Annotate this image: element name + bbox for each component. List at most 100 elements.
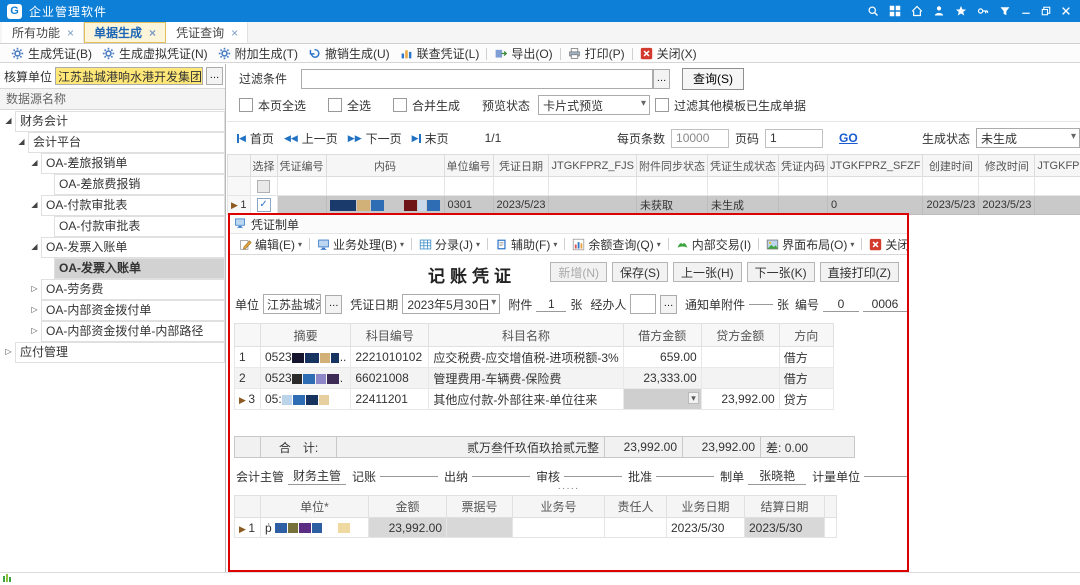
grid-header-cell[interactable]: 创建时间 (923, 155, 979, 177)
filter-other-checkbox[interactable]: 过滤其他模板已生成单据 (655, 97, 806, 114)
filter-more-button[interactable]: … (653, 69, 670, 89)
credit-amount-cell[interactable] (701, 368, 779, 389)
tree-item-10[interactable]: ▷OA-内部资金拨付单-内部路径 (0, 320, 225, 341)
signature-value[interactable]: 财务主管 (288, 467, 346, 485)
chevron-expanded-icon[interactable]: ◢ (28, 242, 41, 251)
grid-filter-cell[interactable] (708, 177, 779, 196)
grid-header-cell[interactable]: 单位编号 (444, 155, 493, 177)
new-button[interactable]: 新增(N) (550, 262, 607, 282)
user-button[interactable] (928, 1, 950, 21)
signature-value[interactable] (564, 476, 622, 477)
chevron-expanded-icon[interactable]: ◢ (28, 158, 41, 167)
direction-cell[interactable]: 借方 (779, 368, 833, 389)
grid-header-cell[interactable]: 凭证编号 (277, 155, 326, 177)
tab-document-generation[interactable]: 单据生成× (84, 22, 166, 43)
account-code-cell[interactable]: 2221010102 (351, 347, 429, 368)
tree-item-0[interactable]: ◢财务会计 (0, 110, 225, 131)
go-link[interactable]: GO (839, 131, 858, 145)
grid-header-cell[interactable]: JTGKFPRZ_FJS (549, 155, 637, 177)
summary-cell[interactable]: 0523.. (261, 347, 351, 368)
save-button[interactable]: 保存(S) (612, 262, 668, 282)
internal-trade-menu[interactable]: 内部交易(I) (671, 236, 756, 253)
preview-mode-select[interactable]: 卡片式预览 (538, 95, 650, 115)
generate-status-select[interactable]: 未生成 (976, 128, 1080, 148)
grid-filter-cell[interactable] (828, 177, 923, 196)
grid-filter-cell[interactable] (979, 177, 1035, 196)
tree-item-9[interactable]: ▷OA-内部资金拨付单 (0, 299, 225, 320)
signature-value[interactable] (380, 476, 438, 477)
signature-value[interactable]: 张晓艳 (748, 467, 806, 485)
filter-button[interactable] (994, 1, 1016, 21)
voucher-date-select[interactable]: 2023年5月30日 (402, 294, 500, 314)
row-select-cell[interactable]: ✓ (250, 196, 277, 215)
unit-input[interactable]: 江苏盐城港响水港... (263, 294, 321, 314)
linked-view-voucher-button[interactable]: 联查凭证(L) (395, 45, 485, 62)
chevron-right-icon[interactable]: ▷ (2, 347, 15, 356)
per-page-input[interactable]: 10000 (671, 129, 729, 148)
detail-amount-cell[interactable]: 23,992.00 (369, 518, 447, 538)
select-page-checkbox[interactable]: 本页全选 (239, 97, 306, 114)
direct-print-button[interactable]: 直接打印(Z) (820, 262, 899, 282)
number-field-2[interactable]: 0006 (863, 297, 907, 312)
search-button[interactable] (862, 1, 884, 21)
summary-cell[interactable]: 05: (261, 389, 351, 410)
edit-menu[interactable]: 编辑(E)▾ (234, 236, 307, 253)
grid-header-cell[interactable]: 凭证内码 (779, 155, 828, 177)
account-name-cell[interactable]: 应交税费-应交增值税-进项税额-3% (429, 347, 623, 368)
grid-header-cell[interactable]: JTGKFPRZ_SFZF (828, 155, 923, 177)
tree-item-2[interactable]: ◢OA-差旅报销单 (0, 152, 225, 173)
debit-amount-cell[interactable]: 23,333.00 (623, 368, 701, 389)
handler-picker-button[interactable]: … (660, 295, 677, 314)
query-button[interactable]: 查询(S) (682, 68, 744, 90)
detail-bill-no-cell[interactable] (447, 518, 513, 538)
grid-header-cell[interactable]: 凭证日期 (493, 155, 549, 177)
grid-filter-cell[interactable] (549, 177, 637, 196)
next-voucher-button[interactable]: 下一张(K) (747, 262, 815, 282)
tree-item-1[interactable]: ◢会计平台 (0, 131, 225, 152)
undo-generate-button[interactable]: 撤销生成(U) (303, 45, 395, 62)
prev-page-button[interactable]: ◀◀上一页 (284, 130, 338, 147)
append-generate-button[interactable]: 附加生成(T) (213, 45, 303, 62)
assist-menu[interactable]: 辅助(F)▾ (490, 236, 562, 253)
number-field-1[interactable]: 0 (823, 297, 859, 312)
credit-amount-cell[interactable] (701, 347, 779, 368)
grid-header-cell[interactable]: 内码 (326, 155, 444, 177)
tab-all-functions[interactable]: 所有功能× (2, 22, 84, 43)
direction-cell[interactable]: 贷方 (779, 389, 833, 410)
layout-menu[interactable]: 界面布局(O)▾ (761, 236, 859, 253)
grid-header-cell[interactable]: 修改时间 (979, 155, 1035, 177)
debit-amount-cell[interactable] (623, 389, 701, 410)
attachment-count-field[interactable]: 1 (536, 297, 566, 312)
home-button[interactable] (906, 1, 928, 21)
org-unit-input[interactable]: 江苏盐城港响水港开发集团有限公司 (55, 67, 203, 85)
handler-input[interactable] (630, 294, 656, 314)
tree-item-5[interactable]: OA-付款审批表 (0, 215, 225, 236)
filter-input[interactable] (301, 69, 653, 89)
grid-filter-cell[interactable] (493, 177, 549, 196)
tree-item-8[interactable]: ▷OA-劳务费 (0, 278, 225, 299)
chevron-right-icon[interactable]: ▷ (28, 305, 41, 314)
print-button[interactable]: 打印(P) (563, 45, 630, 62)
notice-count-field[interactable] (749, 304, 773, 305)
close-window-button[interactable] (1056, 1, 1076, 21)
detail-biz-date-cell[interactable]: 2023/5/30 (667, 518, 745, 538)
generate-virtual-voucher-button[interactable]: 生成虚拟凭证(N) (97, 45, 213, 62)
tree-item-4[interactable]: ◢OA-付款审批表 (0, 194, 225, 215)
balance-query-menu[interactable]: 余额查询(Q)▾ (567, 236, 665, 253)
grid-header-cell[interactable]: JTGKFPRZ_BY1 (1035, 155, 1080, 177)
last-page-button[interactable]: ▶末页 (412, 130, 449, 147)
page-number-input[interactable]: 1 (765, 129, 823, 148)
grid-header-cell[interactable]: 选择 (250, 155, 277, 177)
account-code-cell[interactable]: 22411201 (351, 389, 429, 410)
org-unit-picker-button[interactable]: … (206, 67, 223, 85)
detail-settle-date-cell[interactable]: 2023/5/30 (745, 518, 825, 538)
signature-value[interactable] (472, 476, 530, 477)
entry-row[interactable]: 20523.66021008管理费用-车辆费-保险费23,333.00借方 (235, 368, 834, 389)
business-process-menu[interactable]: 业务处理(B)▾ (312, 236, 409, 253)
detail-row[interactable]: ▶ 1ṗ 23,992.002023/5/302023/5/30 (235, 518, 837, 538)
unit-picker-button[interactable]: … (325, 295, 342, 314)
detail-unit-cell[interactable]: ṗ (261, 518, 369, 538)
close-button[interactable]: 关闭(X) (635, 45, 702, 62)
chevron-right-icon[interactable]: ▷ (28, 326, 41, 335)
first-page-button[interactable]: ◀首页 (237, 130, 274, 147)
